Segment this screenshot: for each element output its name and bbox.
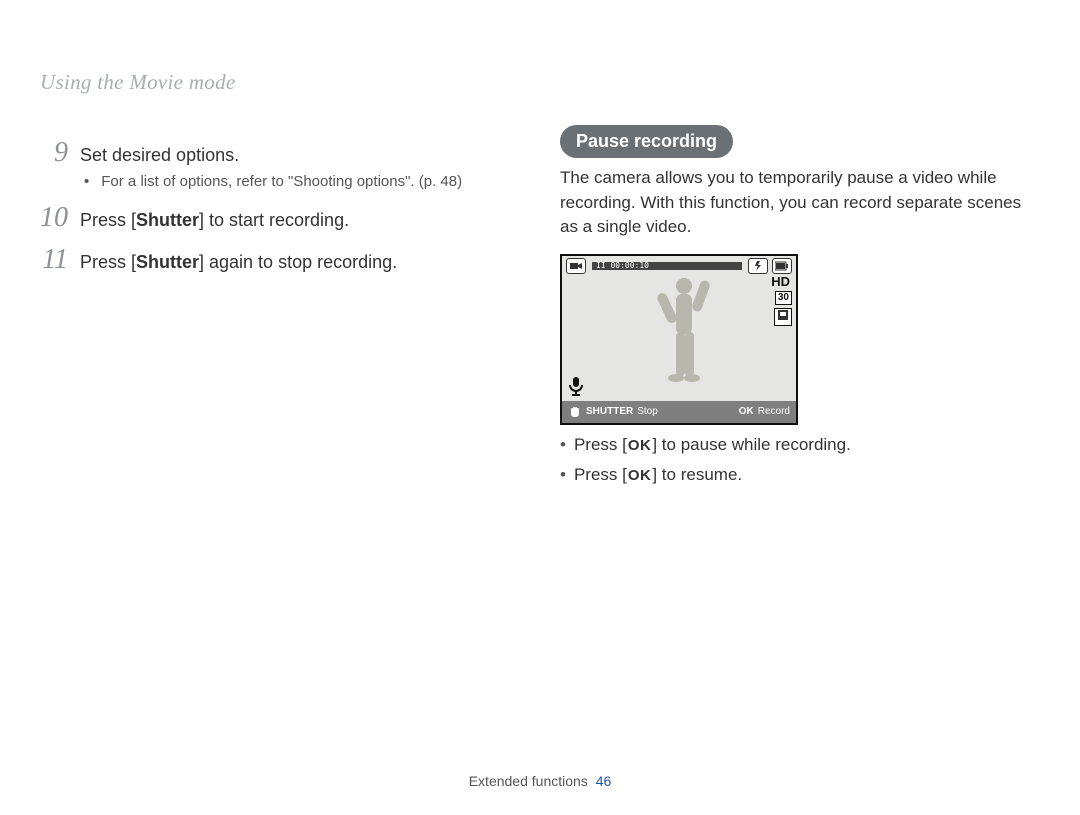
step-number: 9 xyxy=(40,139,68,167)
lcd-time: II 00:00:10 xyxy=(592,262,742,270)
section-title: Using the Movie mode xyxy=(40,60,1040,95)
ok-button-glyph: OK xyxy=(627,467,653,484)
step-number: 11 xyxy=(40,246,68,274)
step-11: 11 Press [Shutter] again to stop recordi… xyxy=(40,246,520,274)
person-silhouette-icon xyxy=(654,274,714,389)
page-footer: Extended functions 46 xyxy=(0,773,1080,789)
step-10: 10 Press [Shutter] to start recording. xyxy=(40,204,520,232)
two-column-layout: 9 Set desired options. For a list of opt… xyxy=(40,125,1040,485)
microphone-icon xyxy=(568,377,584,397)
text: ] again to stop recording. xyxy=(199,252,397,272)
card-icon xyxy=(774,308,792,326)
shutter-label: Shutter xyxy=(136,210,199,230)
right-column: Pause recording The camera allows you to… xyxy=(560,125,1040,485)
lcd-body: II 00:00:10 HD 30 xyxy=(562,256,796,401)
flash-icon xyxy=(748,258,768,274)
fps-badge: 30 xyxy=(775,291,792,305)
shutter-label: Shutter xyxy=(136,252,199,272)
step-9-subnote: For a list of options, refer to "Shootin… xyxy=(84,173,520,190)
text: ] to resume. xyxy=(652,465,742,484)
text: Press [ xyxy=(574,465,627,484)
pause-recording-paragraph: The camera allows you to temporarily pau… xyxy=(560,166,1040,240)
pause-recording-heading: Pause recording xyxy=(560,125,733,158)
ok-label: OK xyxy=(739,406,754,417)
step-text: Set desired options. xyxy=(80,145,239,166)
record-label: Record xyxy=(758,406,790,417)
text: Press [ xyxy=(574,435,627,454)
camera-lcd-illustration: II 00:00:10 HD 30 xyxy=(560,254,798,425)
bullet-icon xyxy=(560,435,566,455)
lcd-side-badges: HD 30 xyxy=(769,276,792,326)
bullet-icon xyxy=(560,465,566,485)
text: Press [ xyxy=(80,252,136,272)
bullet-pause: Press [OK] to pause while recording. xyxy=(560,435,1040,455)
stop-label: Stop xyxy=(637,406,658,417)
ok-button-glyph: OK xyxy=(627,437,653,454)
bullet-icon xyxy=(84,173,89,190)
footer-label: Extended functions xyxy=(469,773,588,789)
step-text: Press [Shutter] again to stop recording. xyxy=(80,252,397,273)
step-number: 10 xyxy=(40,204,68,232)
text: Press [ xyxy=(80,210,136,230)
subnote-text: For a list of options, refer to "Shootin… xyxy=(101,173,462,190)
page-number: 46 xyxy=(596,773,612,789)
bullet-resume: Press [OK] to resume. xyxy=(560,465,1040,485)
left-column: 9 Set desired options. For a list of opt… xyxy=(40,125,520,485)
battery-icon xyxy=(772,258,792,274)
hd-badge: HD xyxy=(769,276,792,288)
hand-icon xyxy=(568,405,582,419)
step-text: Press [Shutter] to start recording. xyxy=(80,210,349,231)
lcd-footer: SHUTTER Stop OK Record xyxy=(562,401,796,423)
step-9: 9 Set desired options. xyxy=(40,139,520,167)
shutter-label: SHUTTER xyxy=(586,406,633,417)
page: Using the Movie mode 9 Set desired optio… xyxy=(0,0,1080,815)
mode-icon xyxy=(566,258,586,274)
lcd-top-row: II 00:00:10 xyxy=(562,256,796,274)
text: ] to start recording. xyxy=(199,210,349,230)
text: ] to pause while recording. xyxy=(652,435,850,454)
